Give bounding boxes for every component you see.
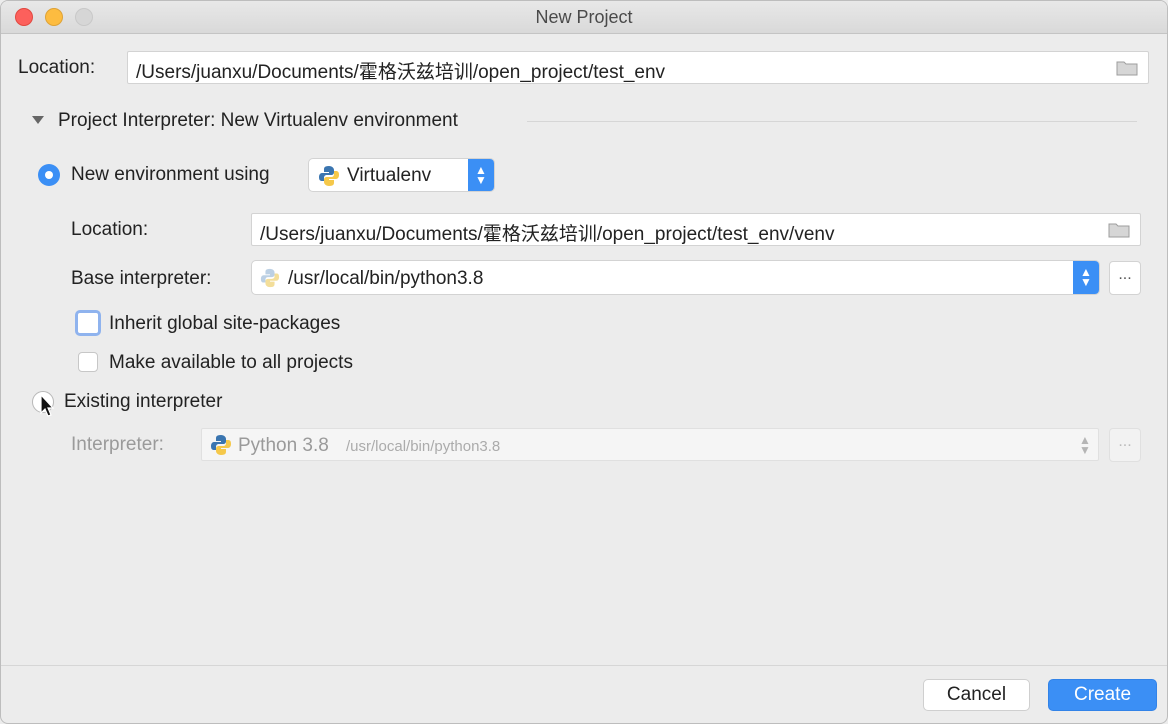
new-environment-label[interactable]: New environment using xyxy=(71,164,270,186)
environment-tool-value: Virtualenv xyxy=(347,165,432,186)
make-available-checkbox[interactable] xyxy=(78,352,98,372)
footer-divider xyxy=(1,665,1167,666)
inherit-site-packages-checkbox[interactable] xyxy=(75,310,101,336)
browse-existing-interpreter-button: ... xyxy=(1109,428,1141,462)
up-down-chevron-icon: ▲ ▼ xyxy=(1079,433,1091,457)
base-interpreter-value: /usr/local/bin/python3.8 xyxy=(288,268,484,289)
section-divider xyxy=(527,121,1137,122)
interpreter-section-header[interactable]: Project Interpreter: New Virtualenv envi… xyxy=(58,110,458,132)
virtualenv-python-icon xyxy=(319,166,339,186)
mouse-cursor-icon xyxy=(40,394,55,417)
window-title: New Project xyxy=(535,7,633,27)
venv-location-field[interactable]: /Users/juanxu/Documents/霍格沃兹培训/open_proj… xyxy=(251,213,1141,246)
base-interpreter-label: Base interpreter: xyxy=(71,268,212,289)
new-project-window: New Project Location: /Users/juanxu/Docu… xyxy=(0,0,1168,724)
existing-interpreter-label[interactable]: Existing interpreter xyxy=(64,391,222,413)
make-available-label[interactable]: Make available to all projects xyxy=(109,352,353,374)
folder-icon[interactable] xyxy=(1116,60,1138,76)
existing-interpreter-name: Python 3.8 xyxy=(238,435,329,456)
inherit-site-packages-label[interactable]: Inherit global site-packages xyxy=(109,313,340,335)
venv-location-label: Location: xyxy=(71,219,149,240)
python-icon xyxy=(211,435,231,455)
location-label: Location: xyxy=(18,57,96,78)
environment-tool-select[interactable]: Virtualenv ▲ ▼ xyxy=(308,158,495,192)
title-bar: New Project xyxy=(1,1,1167,34)
base-interpreter-select[interactable]: /usr/local/bin/python3.8 ▲ ▼ xyxy=(251,260,1100,295)
project-location-value: /Users/juanxu/Documents/霍格沃兹培训/open_proj… xyxy=(136,62,666,83)
existing-interpreter-path: /usr/local/bin/python3.8 xyxy=(346,438,501,455)
venv-location-value: /Users/juanxu/Documents/霍格沃兹培训/open_proj… xyxy=(260,224,835,245)
triangle-down-icon[interactable] xyxy=(31,115,45,125)
python-icon xyxy=(260,268,280,288)
folder-icon[interactable] xyxy=(1108,222,1130,238)
new-environment-radio[interactable] xyxy=(38,164,60,186)
up-down-chevron-icon[interactable]: ▲ ▼ xyxy=(468,159,494,191)
up-down-chevron-icon[interactable]: ▲ ▼ xyxy=(1073,261,1099,294)
create-button[interactable]: Create xyxy=(1048,679,1157,711)
browse-base-interpreter-button[interactable]: ... xyxy=(1109,261,1141,295)
interpreter-label: Interpreter: xyxy=(71,434,164,455)
project-location-field[interactable]: /Users/juanxu/Documents/霍格沃兹培训/open_proj… xyxy=(127,51,1149,84)
cancel-button[interactable]: Cancel xyxy=(923,679,1030,711)
existing-interpreter-select[interactable]: Python 3.8 /usr/local/bin/python3.8 ▲ ▼ xyxy=(201,428,1099,461)
